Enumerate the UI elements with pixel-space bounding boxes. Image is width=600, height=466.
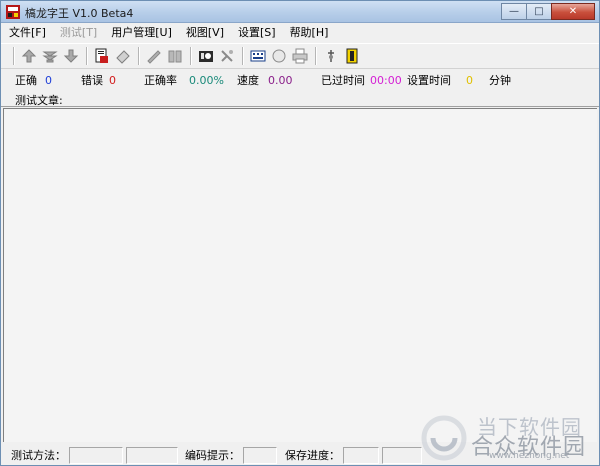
test-method-field bbox=[69, 447, 123, 464]
accuracy-label: 正确率 bbox=[144, 74, 177, 87]
status-field bbox=[126, 447, 178, 464]
app-window: 槁龙字王 V1.0 Beta4 — □ ✕ 文件[F] 测试[T] 用户管理[U… bbox=[0, 0, 600, 466]
accuracy-value: 0.00% bbox=[189, 74, 224, 87]
tool-icon[interactable] bbox=[217, 46, 237, 66]
window-title: 槁龙字王 V1.0 Beta4 bbox=[25, 7, 134, 20]
toolbar bbox=[1, 43, 599, 69]
set-time-value: 0 bbox=[466, 74, 473, 87]
printer-icon[interactable] bbox=[290, 46, 310, 66]
record-icon[interactable] bbox=[269, 46, 289, 66]
correct-label: 正确 bbox=[15, 74, 37, 87]
watermark-logo-icon bbox=[421, 415, 467, 461]
error-label: 错误 bbox=[81, 74, 103, 87]
menu-help[interactable]: 帮助[H] bbox=[290, 24, 329, 42]
document-icon[interactable] bbox=[92, 46, 112, 66]
title-bar[interactable]: 槁龙字王 V1.0 Beta4 — □ ✕ bbox=[1, 1, 599, 23]
status-field bbox=[382, 447, 422, 464]
code-hint-field bbox=[243, 447, 277, 464]
elapsed-time-value: 00:00 bbox=[370, 74, 402, 87]
toolbar-separator bbox=[138, 47, 140, 65]
eraser-icon[interactable] bbox=[113, 46, 133, 66]
typing-text-area[interactable] bbox=[3, 108, 597, 442]
watermark-url: www.hezhong.net bbox=[489, 451, 570, 461]
stack-icon[interactable] bbox=[40, 46, 60, 66]
minimize-button[interactable]: — bbox=[501, 3, 527, 20]
microphone-icon[interactable] bbox=[321, 46, 341, 66]
correct-value: 0 bbox=[45, 74, 52, 87]
toolbar-separator bbox=[86, 47, 88, 65]
code-hint-label: 编码提示： bbox=[185, 449, 240, 462]
test-method-label: 测试方法： bbox=[11, 449, 66, 462]
pen-icon[interactable] bbox=[144, 46, 164, 66]
minute-label: 分钟 bbox=[489, 74, 511, 87]
toolbar-separator bbox=[190, 47, 192, 65]
watermark: 当下软件园 合众软件园 www.hezhong.net bbox=[419, 411, 599, 463]
close-button[interactable]: ✕ bbox=[551, 3, 595, 20]
menu-bar: 文件[F] 测试[T] 用户管理[U] 视图[V] 设置[S] 帮助[H] bbox=[1, 24, 599, 42]
menu-user-management[interactable]: 用户管理[U] bbox=[111, 24, 172, 42]
test-article-label: 测试文章: bbox=[15, 94, 63, 107]
error-value: 0 bbox=[109, 74, 116, 87]
maximize-button[interactable]: □ bbox=[526, 3, 552, 20]
speed-label: 速度 bbox=[237, 74, 259, 87]
photo-icon[interactable] bbox=[196, 46, 216, 66]
save-progress-field bbox=[343, 447, 379, 464]
menu-test[interactable]: 测试[T] bbox=[60, 24, 97, 42]
menu-settings[interactable]: 设置[S] bbox=[238, 24, 276, 42]
stats-panel: 正确 0 错误 0 正确率 0.00% 速度 0.00 已过时间 00:00 设… bbox=[1, 71, 599, 107]
toolbar-separator bbox=[315, 47, 317, 65]
save-progress-label: 保存进度： bbox=[285, 449, 340, 462]
menu-file[interactable]: 文件[F] bbox=[9, 24, 46, 42]
set-time-label: 设置时间 bbox=[407, 74, 451, 87]
speed-value: 0.00 bbox=[268, 74, 293, 87]
window-controls: — □ ✕ bbox=[501, 3, 595, 20]
up-arrow-icon[interactable] bbox=[19, 46, 39, 66]
down-arrow-icon[interactable] bbox=[61, 46, 81, 66]
exit-door-icon[interactable] bbox=[342, 46, 362, 66]
menu-view[interactable]: 视图[V] bbox=[186, 24, 224, 42]
toolbar-separator bbox=[242, 47, 244, 65]
app-icon bbox=[6, 5, 20, 19]
toolbar-separator bbox=[13, 47, 15, 65]
keyboard-icon[interactable] bbox=[248, 46, 268, 66]
book-icon[interactable] bbox=[165, 46, 185, 66]
elapsed-time-label: 已过时间 bbox=[321, 74, 365, 87]
